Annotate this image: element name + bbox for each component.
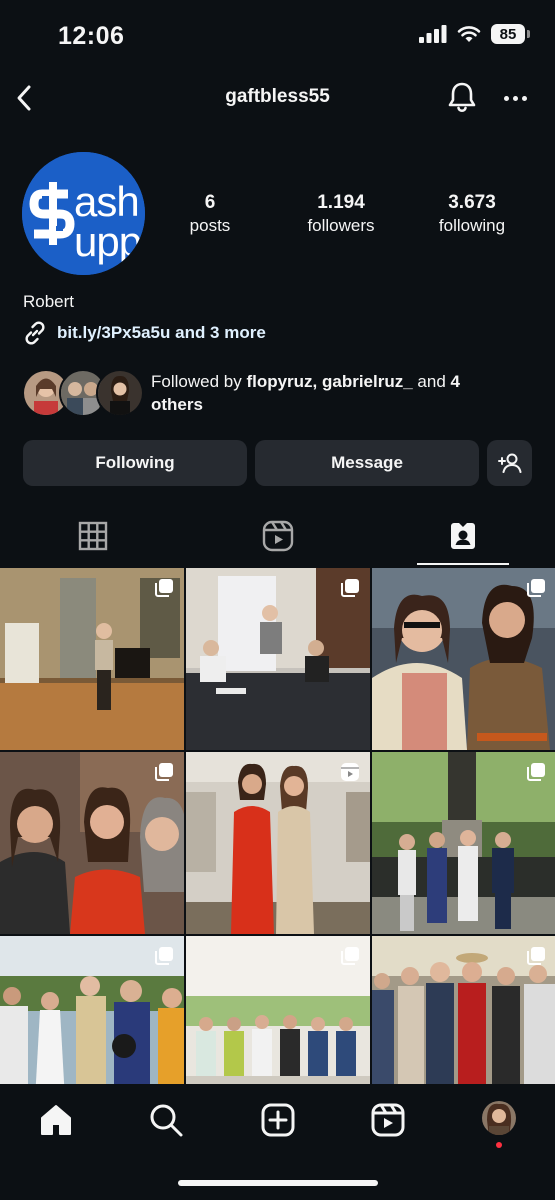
bio-name: Robert [23,292,75,311]
search-icon [150,1104,183,1137]
bell-icon [448,82,476,112]
multiple-photos-icon [155,579,173,597]
profile-avatar-image[interactable]: ash upp [22,152,145,275]
followers-label: followers [307,216,375,235]
reels-nav-icon [371,1103,405,1137]
mutual-others: others [151,395,203,414]
logo-text-bottom: upp [74,218,142,265]
suggested-users-button[interactable] [487,440,532,486]
reels-icon [262,520,293,552]
multiple-photos-icon [155,763,173,781]
status-icons: 85 [419,24,530,44]
nav-home[interactable] [36,1100,76,1140]
tagged-icon [450,523,475,549]
more-dot [521,95,527,101]
reel-icon [341,763,359,781]
grid-post[interactable] [186,752,370,934]
stat-posts[interactable]: 6 posts [170,192,250,238]
battery-level: 85 [499,25,517,43]
grid-post[interactable] [0,568,184,750]
mutual-followers-text[interactable]: Followed by flopyruz, gabrielruz_ and 4 … [151,370,481,416]
multiple-photos-icon [341,579,359,597]
tab-reels[interactable] [185,507,370,565]
add-user-icon [497,453,521,473]
message-button[interactable]: Message [255,440,479,486]
nav-profile[interactable] [479,1098,519,1138]
home-indicator [178,1180,378,1186]
stat-following[interactable]: 3.673 following [420,192,524,238]
grid-icon [78,521,107,551]
photo-grid [0,568,555,1088]
posts-label: posts [189,216,231,235]
mutual-names: flopyruz, gabrielruz_ [246,372,413,391]
grid-post[interactable] [186,936,370,1088]
notifications-button[interactable] [446,80,478,114]
tab-grid[interactable] [0,507,185,565]
multiple-photos-icon [155,947,173,965]
cellular-signal-icon [419,25,447,43]
bio-link-text: bit.ly/3Px5a5u and 3 more [57,323,266,342]
followers-count: 1.194 [317,192,365,213]
grid-post[interactable] [0,936,184,1088]
nav-search[interactable] [146,1100,186,1140]
following-label: following [438,216,506,235]
multiple-photos-icon [341,947,359,965]
mutual-suffix: and [412,372,451,391]
following-button[interactable]: Following [23,440,247,486]
more-options-button[interactable] [500,85,530,111]
link-icon [25,321,45,345]
home-icon [41,1105,71,1135]
bio-link[interactable]: bit.ly/3Px5a5u and 3 more [22,320,266,346]
grid-post[interactable] [0,752,184,934]
profile-avatar [482,1101,516,1135]
create-icon [261,1103,295,1137]
grid-post[interactable] [372,752,555,934]
grid-post[interactable] [186,568,370,750]
mutual-followers-avatars[interactable] [22,369,144,417]
grid-post[interactable] [372,568,555,750]
multiple-photos-icon [527,947,545,965]
wifi-icon [457,26,481,42]
mutual-count: 4 [450,372,460,391]
status-time: 12:06 [58,22,125,50]
tab-tagged[interactable] [370,507,555,565]
stat-followers[interactable]: 1.194 followers [290,192,392,238]
active-tab-indicator [417,563,509,565]
mutual-avatar [96,369,144,417]
more-dots-icon [503,95,509,101]
following-count: 3.673 [448,192,496,213]
multiple-photos-icon [527,579,545,597]
mutual-prefix: Followed by [151,372,247,391]
chevron-left-icon [17,85,31,111]
battery-indicator: 85 [491,24,530,44]
grid-post[interactable] [372,936,555,1088]
back-button[interactable] [10,82,38,114]
posts-count: 6 [204,192,216,213]
more-dot [512,95,518,101]
nav-reels[interactable] [368,1100,408,1140]
notification-dot [496,1142,502,1148]
nav-create[interactable] [258,1100,298,1140]
multiple-photos-icon [527,763,545,781]
